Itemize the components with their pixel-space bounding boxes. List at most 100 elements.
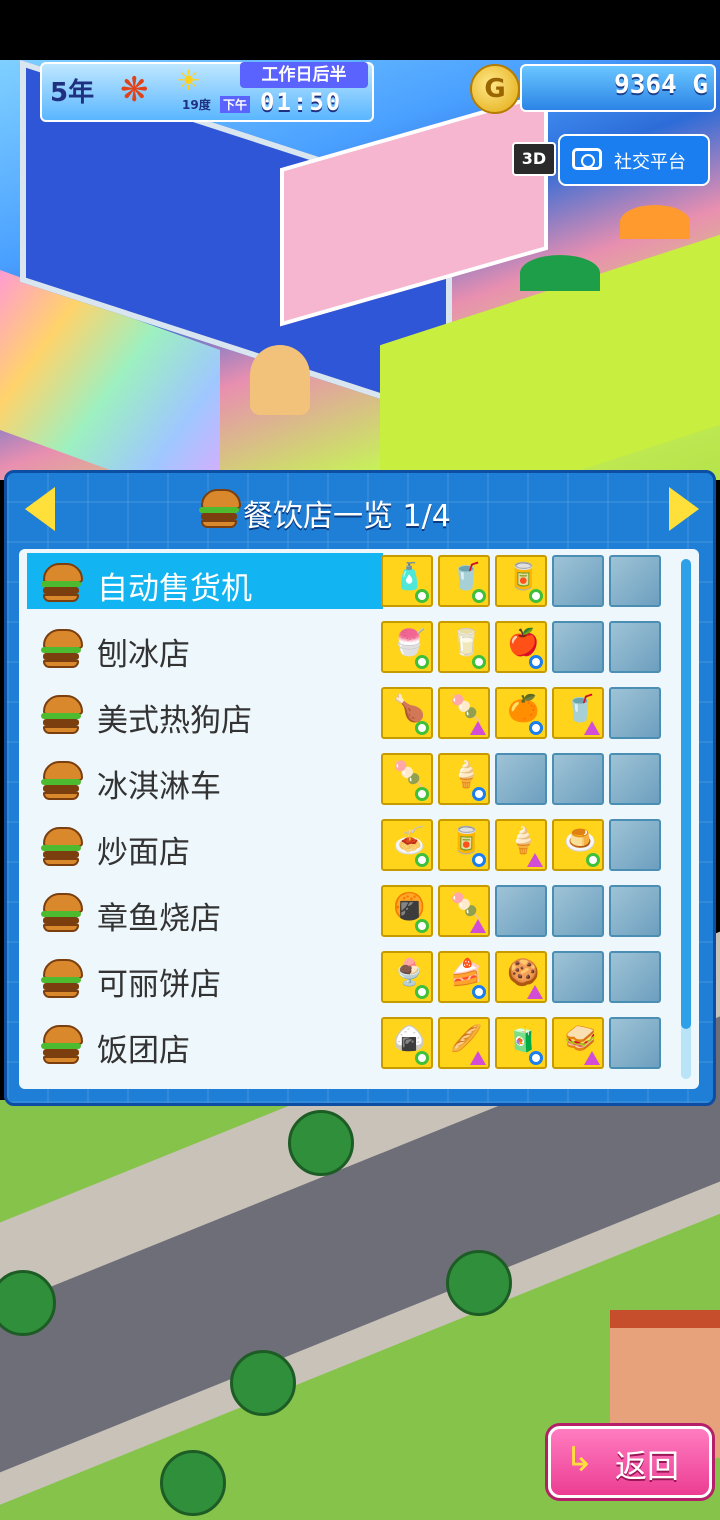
burger-icon	[39, 759, 83, 801]
food-item-icon: 🍙	[393, 1024, 426, 1054]
restaurant-list-panel: 餐饮店一览 1/4 自动售货机 🧴 🥤 🥫 刨冰店 🍧 🥛 🍎 美式热狗店 🍗 🍡 🍊 🥤 冰淇淋车 🍡 🍦 炒…	[4, 470, 716, 1106]
menu-item-slot[interactable]: 🍝	[381, 819, 433, 871]
empty-slot[interactable]	[609, 885, 661, 937]
menu-item-slot[interactable]: 🧴	[381, 555, 433, 607]
menu-item-slot[interactable]: 🍡	[381, 753, 433, 805]
burger-icon	[39, 561, 83, 603]
restaurant-list[interactable]: 自动售货机 🧴 🥤 🥫 刨冰店 🍧 🥛 🍎 美式热狗店 🍗 🍡 🍊 🥤 冰淇淋车 🍡 🍦 炒面店 🍝 🥫 🍦 🍮 章鱼烧店…	[19, 549, 699, 1089]
empty-slot[interactable]	[609, 951, 661, 1003]
menu-item-slot[interactable]: 🍰	[438, 951, 490, 1003]
menu-item-slot[interactable]: 🍪	[495, 951, 547, 1003]
menu-item-slot[interactable]: 🍡	[438, 885, 490, 937]
empty-slot[interactable]	[609, 687, 661, 739]
item-grade-icon	[527, 985, 543, 999]
list-item[interactable]: 自动售货机 🧴 🥤 🥫	[27, 553, 667, 611]
view-3d-button[interactable]: 3D	[512, 142, 556, 176]
menu-item-slot[interactable]: 🍎	[495, 621, 547, 673]
food-item-icon: 🥖	[450, 1024, 483, 1054]
menu-item-slot[interactable]: 🍘	[381, 885, 433, 937]
item-grade-icon	[415, 589, 429, 603]
food-item-icon: 🍡	[450, 892, 483, 922]
menu-item-slot[interactable]: 🍦	[438, 753, 490, 805]
ampm-label: 下午	[220, 96, 251, 113]
list-item[interactable]: 饭团店 🍙 🥖 🧃 🥪	[27, 1015, 667, 1073]
burger-icon	[39, 825, 83, 867]
list-item[interactable]: 美式热狗店 🍗 🍡 🍊 🥤	[27, 685, 667, 743]
food-item-icon: 🧴	[393, 562, 426, 592]
item-grade-icon	[529, 655, 543, 669]
list-item[interactable]: 章鱼烧店 🍘 🍡	[27, 883, 667, 941]
empty-slot[interactable]	[552, 621, 604, 673]
rock-fountain	[250, 345, 310, 415]
list-item[interactable]: 炒面店 🍝 🥫 🍦 🍮	[27, 817, 667, 875]
list-item[interactable]: 刨冰店 🍧 🥛 🍎	[27, 619, 667, 677]
menu-item-slot[interactable]: 🍮	[552, 819, 604, 871]
social-platform-label: 社交平台	[614, 152, 686, 173]
food-item-icon: 🧃	[507, 1024, 540, 1054]
list-item[interactable]: 冰淇淋车 🍡 🍦	[27, 751, 667, 809]
gold-coin-icon: G	[470, 64, 520, 114]
empty-slot[interactable]	[495, 753, 547, 805]
clock-time: 01:50	[260, 88, 343, 116]
item-grade-icon	[472, 985, 486, 999]
menu-item-slot[interactable]: 🥛	[438, 621, 490, 673]
menu-item-slot[interactable]: 🧃	[495, 1017, 547, 1069]
menu-item-slot[interactable]: 🍗	[381, 687, 433, 739]
back-button[interactable]: ↳ 返回	[548, 1426, 712, 1498]
menu-item-slot[interactable]: 🥫	[438, 819, 490, 871]
food-item-icon: 🍝	[393, 826, 426, 856]
menu-item-slot[interactable]: 🍨	[381, 951, 433, 1003]
menu-item-slot[interactable]: 🥤	[438, 555, 490, 607]
empty-slot[interactable]	[495, 885, 547, 937]
food-item-icon: 🍊	[507, 694, 540, 724]
item-grade-icon	[415, 655, 429, 669]
menu-item-slot[interactable]: 🍊	[495, 687, 547, 739]
shop-name: 章鱼烧店	[97, 901, 221, 937]
menu-item-slot[interactable]: 🥫	[495, 555, 547, 607]
item-grade-icon	[529, 721, 543, 735]
list-item[interactable]: 可丽饼店 🍨 🍰 🍪	[27, 949, 667, 1007]
shop-name: 可丽饼店	[97, 967, 221, 1003]
empty-slot[interactable]	[552, 753, 604, 805]
item-grade-icon	[529, 1051, 543, 1065]
previous-page-arrow-icon[interactable]	[25, 487, 55, 531]
food-item-icon: 🍦	[450, 760, 483, 790]
empty-slot[interactable]	[552, 951, 604, 1003]
shop-name: 美式热狗店	[97, 703, 252, 739]
burger-icon	[39, 627, 83, 669]
menu-item-slot[interactable]: 🍡	[438, 687, 490, 739]
food-item-icon: 🍎	[507, 628, 540, 658]
item-grade-icon	[470, 919, 486, 933]
burger-icon	[39, 891, 83, 933]
item-grade-icon	[415, 985, 429, 999]
shop-name: 冰淇淋车	[97, 769, 221, 805]
menu-item-slot[interactable]: 🥤	[552, 687, 604, 739]
item-grade-icon	[472, 655, 486, 669]
menu-item-slot[interactable]: 🍙	[381, 1017, 433, 1069]
menu-item-slot[interactable]: 🥖	[438, 1017, 490, 1069]
empty-slot[interactable]	[609, 555, 661, 607]
beach-umbrella	[620, 205, 690, 239]
empty-slot[interactable]	[609, 1017, 661, 1069]
food-item-icon: 🥪	[564, 1024, 597, 1054]
empty-slot[interactable]	[552, 885, 604, 937]
menu-item-slot[interactable]: 🥪	[552, 1017, 604, 1069]
burger-icon	[39, 957, 83, 999]
scrollbar-thumb[interactable]	[681, 559, 691, 1029]
food-item-icon: 🍡	[450, 694, 483, 724]
next-page-arrow-icon[interactable]	[669, 487, 699, 531]
return-arrow-icon: ↳	[565, 1440, 594, 1480]
menu-item-slot[interactable]: 🍦	[495, 819, 547, 871]
menu-item-slot[interactable]: 🍧	[381, 621, 433, 673]
item-grade-icon	[527, 853, 543, 867]
social-platform-button[interactable]: 社交平台	[558, 134, 710, 186]
shop-name: 自动售货机	[97, 571, 252, 607]
item-grade-icon	[415, 853, 429, 867]
panel-title: 餐饮店一览 1/4	[243, 499, 451, 534]
empty-slot[interactable]	[609, 819, 661, 871]
item-grade-icon	[529, 589, 543, 603]
shop-name: 刨冰店	[97, 637, 190, 673]
empty-slot[interactable]	[609, 621, 661, 673]
empty-slot[interactable]	[552, 555, 604, 607]
empty-slot[interactable]	[609, 753, 661, 805]
